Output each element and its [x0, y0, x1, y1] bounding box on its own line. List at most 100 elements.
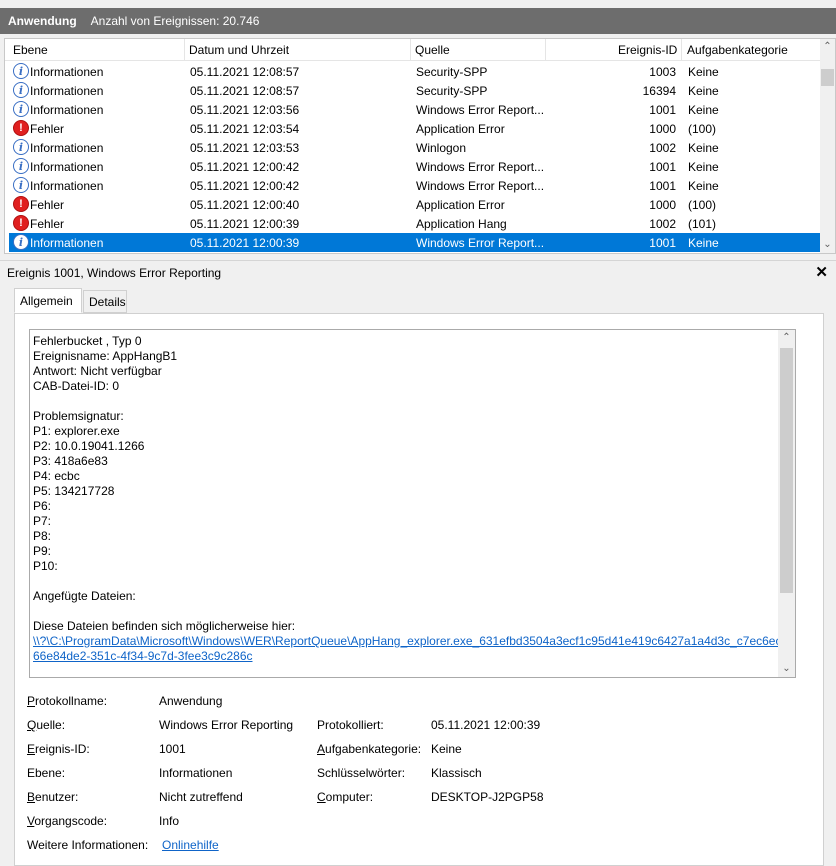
cell-date: 05.11.2021 12:03:54 [190, 122, 300, 136]
table-row[interactable]: i Informationen 05.11.2021 12:03:53 Winlogo… [9, 138, 822, 157]
label-keywords: Schlüsselwörter: [317, 766, 406, 780]
table-row[interactable]: ! Fehler 05.11.2021 12:03:54 Application Er… [9, 119, 822, 138]
cell-date: 05.11.2021 12:03:56 [190, 103, 300, 117]
table-row[interactable]: ! Fehler 05.11.2021 12:00:39 Application Ha… [9, 214, 822, 233]
scroll-thumb[interactable] [780, 348, 793, 593]
column-header-source[interactable]: Quelle [415, 43, 450, 57]
description-line: P9: [33, 544, 52, 558]
description-scrollbar[interactable]: ⌃ ⌄ [778, 330, 795, 677]
tab-general[interactable]: Allgemein [14, 288, 82, 313]
cell-task-category: (100) [688, 122, 717, 136]
value-opcode: Info [159, 814, 180, 828]
value-computer: DESKTOP-J2PGP58 [431, 790, 544, 804]
label-task-category: Aufgabenkategorie: [317, 742, 422, 756]
log-name: Anwendung [8, 14, 77, 28]
cell-event-id: 1001 [649, 236, 676, 250]
cell-task-category: Keine [688, 103, 719, 117]
information-icon: i [13, 82, 29, 98]
description-line: P10: [33, 559, 58, 573]
information-icon: i [13, 234, 29, 250]
value-source: Windows Error Reporting [159, 718, 294, 732]
cell-event-id: 1001 [649, 160, 676, 174]
error-icon: ! [13, 215, 29, 231]
error-icon: ! [13, 196, 29, 212]
description-line [33, 604, 795, 619]
scroll-up-icon[interactable]: ⌃ [820, 39, 835, 55]
cell-level: Informationen [30, 84, 104, 98]
description-line: Angefügte Dateien: [33, 589, 136, 603]
scroll-down-icon[interactable]: ⌄ [778, 661, 795, 677]
description-line [33, 394, 795, 409]
event-list-scrollbar[interactable]: ⌃ ⌄ [820, 39, 835, 253]
cell-task-category: (100) [688, 198, 717, 212]
cell-source: Windows Error Report... [416, 236, 545, 250]
online-help-link[interactable]: Onlinehilfe [162, 838, 219, 852]
description-line: P3: 418a6e83 [33, 454, 108, 468]
label-opcode: Vorgangscode: [27, 814, 108, 828]
description-line: P7: [33, 514, 52, 528]
cell-source: Windows Error Report... [416, 103, 545, 117]
cell-level: Informationen [30, 179, 104, 193]
log-title-bar: Anwendung Anzahl von Ereignissen: 20.746 [0, 8, 836, 34]
cell-level: Fehler [30, 217, 65, 231]
cell-date: 05.11.2021 12:00:39 [190, 217, 300, 231]
pane-splitter[interactable] [0, 254, 836, 258]
cell-level: Informationen [30, 236, 104, 250]
description-line: CAB-Datei-ID: 0 [33, 379, 120, 393]
cell-event-id: 1003 [649, 65, 676, 79]
column-header-event-id[interactable]: Ereignis-ID [618, 43, 677, 57]
scroll-thumb[interactable] [821, 69, 834, 86]
label-user: Benutzer: [27, 790, 79, 804]
cell-level: Fehler [30, 198, 65, 212]
cell-source: Security-SPP [416, 84, 488, 98]
table-row[interactable]: i Informationen 05.11.2021 12:08:57 Securit… [9, 81, 822, 100]
tab-details[interactable]: Details [83, 290, 127, 313]
detail-title: Ereignis 1001, Windows Error Reporting [7, 266, 222, 280]
table-row[interactable]: i Informationen 05.11.2021 12:03:56 Windows… [9, 100, 822, 119]
cell-event-id: 1001 [649, 179, 676, 193]
cell-level: Informationen [30, 141, 104, 155]
label-computer: Computer: [317, 790, 374, 804]
description-line: Problemsignatur: [33, 409, 124, 423]
cell-task-category: Keine [688, 236, 719, 250]
value-logged: 05.11.2021 12:00:39 [431, 718, 541, 732]
table-row[interactable]: i Informationen 05.11.2021 12:00:42 Windows… [9, 157, 822, 176]
error-icon: ! [13, 120, 29, 136]
cell-event-id: 1002 [649, 217, 676, 231]
cell-source: Windows Error Report... [416, 179, 545, 193]
information-icon: i [13, 139, 29, 155]
table-row[interactable]: i Informationen 05.11.2021 12:08:57 Securit… [9, 62, 822, 81]
description-line: Diese Dateien befinden sich möglicherwei… [33, 619, 296, 633]
description-line [33, 574, 795, 589]
event-list[interactable]: Ebene Datum und Uhrzeit Quelle Ereignis-… [4, 38, 836, 254]
scroll-up-icon[interactable]: ⌃ [778, 330, 795, 346]
description-line: Fehlerbucket , Typ 0 [33, 334, 142, 348]
table-row[interactable]: ! Fehler 05.11.2021 12:00:40 Application Er… [9, 195, 822, 214]
label-source: Quelle: [27, 718, 66, 732]
detail-title-bar: Ereignis 1001, Windows Error Reporting ✕ [0, 260, 836, 282]
column-header-date[interactable]: Datum und Uhrzeit [189, 43, 289, 57]
cell-date: 05.11.2021 12:08:57 [190, 65, 300, 79]
column-header-task-category[interactable]: Aufgabenkategorie [687, 43, 788, 57]
description-line: Ereignisname: AppHangB1 [33, 349, 178, 363]
cell-event-id: 1000 [649, 122, 676, 136]
description-line: P6: [33, 499, 52, 513]
description-line: P8: [33, 529, 52, 543]
report-path-link[interactable]: \\?\C:\ProgramData\Microsoft\Windows\WER… [33, 634, 795, 648]
scroll-down-icon[interactable]: ⌄ [820, 237, 835, 253]
cell-task-category: Keine [688, 179, 719, 193]
cell-level: Informationen [30, 103, 104, 117]
close-icon[interactable]: ✕ [815, 263, 828, 281]
event-description[interactable]: Fehlerbucket , Typ 0 Ereignisname: AppHan… [29, 329, 796, 678]
cell-level: Informationen [30, 160, 104, 174]
report-path-link[interactable]: 66e84de2-351c-4f34-9c7d-3fee3c9c286c [33, 649, 253, 663]
label-logged: Protokolliert: [317, 718, 384, 732]
column-header-level[interactable]: Ebene [13, 43, 48, 57]
cell-source: Security-SPP [416, 65, 488, 79]
table-row[interactable]: i Informationen 05.11.2021 12:00:42 Windows… [9, 176, 822, 195]
description-line: P1: explorer.exe [33, 424, 120, 438]
table-row[interactable]: i Informationen 05.11.2021 12:00:39 Windows… [9, 233, 822, 252]
cell-source: Winlogon [416, 141, 467, 155]
value-user: Nicht zutreffend [159, 790, 243, 804]
cell-event-id: 1001 [649, 103, 676, 117]
